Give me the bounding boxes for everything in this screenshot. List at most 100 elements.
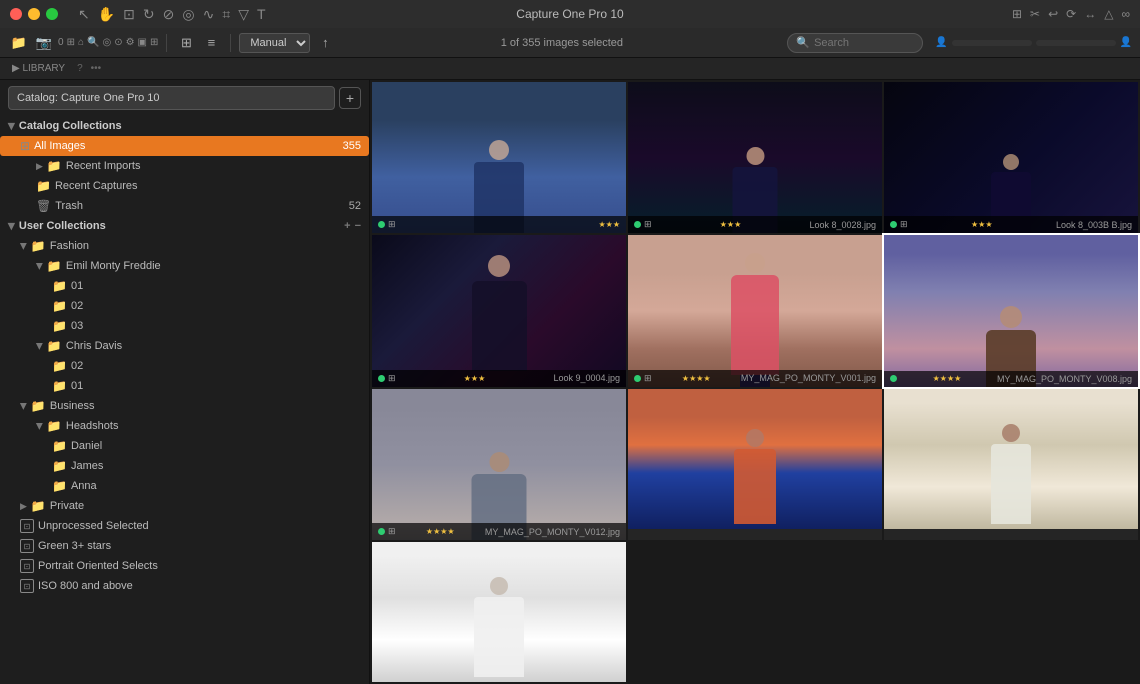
remove-collection-btn[interactable]: − bbox=[355, 220, 361, 232]
daniel-item[interactable]: 📁 Daniel bbox=[0, 436, 369, 456]
camera-btn[interactable]: 📷 bbox=[33, 32, 55, 54]
straighten-icon[interactable]: ⊘ bbox=[163, 6, 175, 23]
fullscreen-button[interactable] bbox=[46, 8, 58, 20]
crop-icon[interactable]: ⊡ bbox=[123, 6, 135, 23]
search-bar[interactable]: 🔍 bbox=[787, 33, 923, 53]
folder-03-emil[interactable]: 📁 03 bbox=[0, 316, 369, 336]
image-placeholder bbox=[628, 389, 882, 529]
add-catalog-btn[interactable]: + bbox=[339, 87, 361, 109]
sort-asc-btn[interactable]: ↑ bbox=[314, 32, 336, 54]
zoom-slider[interactable] bbox=[952, 40, 1032, 46]
image-cell-row3-1[interactable] bbox=[628, 389, 882, 540]
catalog-dropdown[interactable]: Catalog: Capture One Pro 10 bbox=[8, 86, 335, 110]
image-placeholder bbox=[372, 389, 626, 540]
folder-01-chris[interactable]: 📁 01 bbox=[0, 376, 369, 396]
lasso-icon[interactable]: ∿ bbox=[203, 6, 215, 23]
img-stars: ★★★★ bbox=[933, 374, 962, 383]
image-cell-look2[interactable]: ⊞ ★★★ Look 8_003B B.jpg bbox=[884, 82, 1138, 233]
folder-02-emil[interactable]: 📁 02 bbox=[0, 296, 369, 316]
all-images-item[interactable]: ⊞ All Images 355 bbox=[0, 136, 369, 156]
pan-icon[interactable]: ✋ bbox=[98, 6, 115, 23]
close-button[interactable] bbox=[10, 8, 22, 20]
warning-icon[interactable]: △ bbox=[1104, 7, 1113, 21]
recent-captures-item[interactable]: 📁 Recent Captures bbox=[0, 176, 369, 196]
image-placeholder bbox=[884, 235, 1138, 386]
list-view-btn[interactable]: ≡ bbox=[200, 32, 222, 54]
iso-800-item[interactable]: ⊡ ISO 800 and above bbox=[0, 576, 369, 596]
headshots-icon: 📁 bbox=[47, 419, 62, 433]
main-toolbar: 📁 📷 0 ⊞ ⌂ 🔍 ◎ ⊙ ⚙ ▣ ⊞ ⊞ ≡ Manual ↑ 1 of … bbox=[0, 28, 1140, 58]
search-input[interactable] bbox=[814, 37, 914, 49]
emil-monty-label: Emil Monty Freddie bbox=[66, 260, 161, 272]
recent-imports-item[interactable]: ▶ 📁 Recent Imports bbox=[0, 156, 369, 176]
add-collection-btn[interactable]: + bbox=[344, 220, 350, 232]
image-cell-partial-left[interactable]: ⊞ ★★★ bbox=[372, 82, 626, 233]
grid-view-btn[interactable]: ⊞ bbox=[175, 32, 197, 54]
green-stars-label: Green 3+ stars bbox=[38, 540, 111, 552]
library-label: ▶ LIBRARY bbox=[8, 61, 69, 76]
image-cell-row3-3[interactable] bbox=[372, 542, 626, 682]
share-icon[interactable]: ⊞ bbox=[1012, 7, 1022, 21]
image-overlay: ⊞ ★★★★ MY_MAG_PO_MONTY_V012.jpg bbox=[372, 523, 626, 540]
unprocessed-selected-item[interactable]: ⊡ Unprocessed Selected bbox=[0, 516, 369, 536]
image-placeholder bbox=[372, 542, 626, 682]
anna-item[interactable]: 📁 Anna bbox=[0, 476, 369, 496]
img-indicators: ⊞ bbox=[634, 373, 652, 384]
fashion-group-item[interactable]: ▶ 📁 Fashion bbox=[0, 236, 369, 256]
brush-icon[interactable]: ⌗ bbox=[222, 6, 230, 23]
img-indicators bbox=[890, 375, 897, 382]
dot-green bbox=[634, 221, 641, 228]
folder-02-chris[interactable]: 📁 02 bbox=[0, 356, 369, 376]
image-count: 1 of 355 images selected bbox=[340, 37, 783, 49]
img-left-indicators: ⊞ bbox=[378, 219, 396, 230]
refresh-icon[interactable]: ⟳ bbox=[1066, 7, 1076, 21]
emil-monty-item[interactable]: ▶ 📁 Emil Monty Freddie bbox=[0, 256, 369, 276]
scissors-icon[interactable]: ✂ bbox=[1030, 7, 1040, 21]
gradient-icon[interactable]: ▽ bbox=[238, 6, 249, 23]
image-cell-look3[interactable]: ⊞ ★★★ Look 9_0004.jpg bbox=[372, 235, 626, 386]
img-badge: ⊞ bbox=[388, 373, 396, 384]
back-icon[interactable]: ↩ bbox=[1048, 7, 1058, 21]
folder-01-emil[interactable]: 📁 01 bbox=[0, 276, 369, 296]
james-item[interactable]: 📁 James bbox=[0, 456, 369, 476]
sort-select[interactable]: Manual bbox=[239, 33, 310, 53]
user-collections-header[interactable]: ▶ User Collections + − bbox=[0, 216, 369, 236]
img-stars: ★★★★ bbox=[426, 527, 455, 536]
image-cell-look1[interactable]: ⊞ ★★★ Look 8_0028.jpg bbox=[628, 82, 882, 233]
wb-icon[interactable]: ◎ bbox=[182, 6, 194, 23]
private-group-item[interactable]: ▶ 📁 Private bbox=[0, 496, 369, 516]
filename-1: Look 8_0028.jpg bbox=[809, 220, 876, 230]
image-cell-monty1[interactable]: ⊞ ★★★★ MY_MAG_PO_MONTY_V001.jpg bbox=[628, 235, 882, 386]
text-icon[interactable]: T bbox=[257, 6, 266, 22]
minimize-button[interactable] bbox=[28, 8, 40, 20]
size-slider[interactable] bbox=[1036, 40, 1116, 46]
main-layout: Catalog: Capture One Pro 10 + ▶ Catalog … bbox=[0, 80, 1140, 684]
library-help: ? bbox=[77, 63, 83, 74]
sync-icon[interactable]: ↔ bbox=[1084, 7, 1096, 21]
headshots-item[interactable]: ▶ 📁 Headshots bbox=[0, 416, 369, 436]
portrait-oriented-item[interactable]: ⊡ Portrait Oriented Selects bbox=[0, 556, 369, 576]
daniel-label: Daniel bbox=[71, 440, 102, 452]
all-images-count: 355 bbox=[343, 140, 361, 152]
folder-btn[interactable]: 📁 bbox=[8, 32, 30, 54]
trash-item[interactable]: 🗑 Trash 52 bbox=[0, 196, 369, 216]
toolbar-divider-1 bbox=[166, 34, 167, 52]
catalog-collections-chevron: ▶ bbox=[6, 123, 17, 130]
image-cell-row3-2[interactable] bbox=[884, 389, 1138, 540]
fashion-label: Fashion bbox=[50, 240, 89, 252]
private-label: Private bbox=[50, 500, 84, 512]
trash-count: 52 bbox=[349, 200, 361, 212]
green-stars-item[interactable]: ⊡ Green 3+ stars bbox=[0, 536, 369, 556]
business-group-item[interactable]: ▶ 📁 Business bbox=[0, 396, 369, 416]
rotate-icon[interactable]: ↻ bbox=[143, 6, 155, 23]
catalog-collections-header[interactable]: ▶ Catalog Collections bbox=[0, 116, 369, 136]
image-cell-monty2-selected[interactable]: ★★★★ MY_MAG_PO_MONTY_V008.jpg bbox=[884, 235, 1138, 386]
chris-chevron: ▶ bbox=[34, 343, 45, 350]
img-indicators: ⊞ bbox=[378, 526, 396, 537]
image-cell-monty3[interactable]: ⊞ ★★★★ MY_MAG_PO_MONTY_V012.jpg bbox=[372, 389, 626, 540]
folder-02c-label: 02 bbox=[71, 360, 83, 372]
cursor-icon[interactable]: ↖ bbox=[78, 6, 90, 23]
info-icon[interactable]: ∞ bbox=[1121, 7, 1130, 21]
filename-6: MY_MAG_PO_MONTY_V012.jpg bbox=[485, 527, 620, 537]
chris-davis-item[interactable]: ▶ 📁 Chris Davis bbox=[0, 336, 369, 356]
